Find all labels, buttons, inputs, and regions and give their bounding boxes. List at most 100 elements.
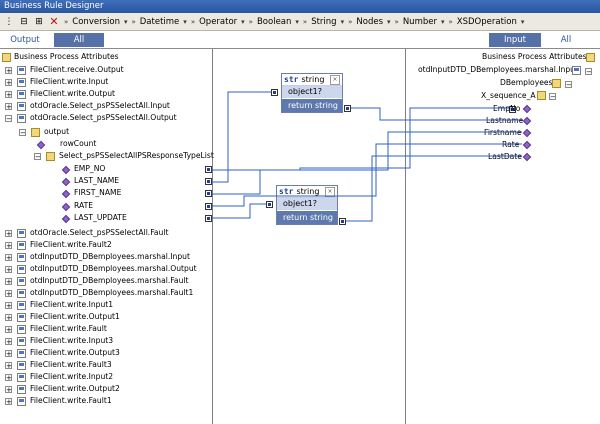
close-icon[interactable]: × <box>330 75 340 85</box>
tree-item[interactable]: otdOracle.Select_psPSSelectAll.Output <box>30 113 177 123</box>
plus-icon[interactable]: + <box>5 103 12 111</box>
string-method-box-2[interactable]: str string × object1? return string <box>276 185 338 225</box>
tree-item[interactable]: FileClient.write.Fault3 <box>30 360 112 370</box>
menu-datetime[interactable]: » Datetime ▾ <box>131 17 186 27</box>
tree-item[interactable]: FileClient.write.Output1 <box>30 312 120 322</box>
plus-icon[interactable]: + <box>5 290 12 298</box>
menu-boolean[interactable]: » Boolean ▾ <box>249 17 299 27</box>
chevron-down-icon: ▾ <box>387 17 391 26</box>
method-param[interactable]: object1? <box>282 86 342 99</box>
minus-icon[interactable]: − <box>5 115 12 123</box>
tree-item[interactable]: FIRST_NAME <box>74 188 121 198</box>
structure-node-icon <box>17 337 26 346</box>
tree-item[interactable]: FileClient.write.Fault <box>30 324 107 334</box>
return-connector[interactable] <box>339 218 346 225</box>
plus-icon[interactable]: + <box>5 79 12 87</box>
plus-icon[interactable]: + <box>5 91 12 99</box>
output-connector[interactable] <box>205 166 212 173</box>
tree-item[interactable]: otdInputDTD_DBemployees.marshal.Input <box>30 252 190 262</box>
plus-icon[interactable]: + <box>5 386 12 394</box>
right-tree-item[interactable]: Rate <box>502 140 519 150</box>
tree-item[interactable]: LAST_NAME <box>74 176 119 186</box>
output-connector[interactable] <box>205 190 212 197</box>
minus-icon[interactable]: − <box>585 68 592 76</box>
plus-icon[interactable]: + <box>5 230 12 238</box>
tree-item[interactable]: FileClient.write.Output3 <box>30 348 120 358</box>
plus-icon[interactable]: + <box>5 314 12 322</box>
menu-xsdoperation[interactable]: » XSDOperation ▾ <box>449 17 525 27</box>
method-param[interactable]: object1? <box>277 198 337 211</box>
tree-item[interactable]: FileClient.write.Fault2 <box>30 240 112 250</box>
tree-item[interactable]: otdOracle.Select_psPSSelectAll.Input <box>30 101 170 111</box>
plus-icon[interactable]: + <box>5 242 12 250</box>
output-connector[interactable] <box>205 178 212 185</box>
tree-item[interactable]: FileClient.write.Input2 <box>30 372 113 382</box>
expand-all-icon[interactable]: ⊞ <box>33 16 45 28</box>
plus-icon[interactable]: + <box>5 266 12 274</box>
tree-item[interactable]: output <box>44 127 69 137</box>
menu-string[interactable]: » String ▾ <box>303 17 344 27</box>
param-connector[interactable] <box>271 89 278 96</box>
tree-item[interactable]: FileClient.write.Input <box>30 77 108 87</box>
structure-node-icon <box>17 277 26 286</box>
plus-icon[interactable]: + <box>5 374 12 382</box>
menu-nodes[interactable]: » Nodes ▾ <box>348 17 390 27</box>
tree-item[interactable]: Select_psPSSelectAllPSResponseTypeList <box>59 151 214 161</box>
delete-icon[interactable]: ✕ <box>48 15 60 28</box>
param-connector[interactable] <box>266 201 273 208</box>
plus-icon[interactable]: + <box>5 398 12 406</box>
tree-item[interactable]: RATE <box>74 201 93 211</box>
minus-icon[interactable]: − <box>34 153 41 161</box>
tab-output[interactable]: Output <box>4 33 46 47</box>
return-connector[interactable] <box>344 105 351 112</box>
tree-item[interactable]: FileClient.write.Input1 <box>30 300 113 310</box>
right-tree-item[interactable]: otdInputDTD_DBemployees.marshal.Input <box>418 65 578 75</box>
menu-operator[interactable]: » Operator ▾ <box>191 17 245 27</box>
tree-item[interactable]: FileClient.write.Input3 <box>30 336 113 346</box>
structure-node-icon <box>17 325 26 334</box>
right-tree-item[interactable]: DBemployees <box>500 78 553 88</box>
right-tree-item[interactable]: X_sequence_A <box>481 91 536 101</box>
tab-all-left[interactable]: All <box>54 33 104 47</box>
tree-item[interactable]: FileClient.write.Fault1 <box>30 396 112 406</box>
field-diamond-icon <box>36 140 46 150</box>
tree-item[interactable]: otdOracle.Select_psPSSelectAll.Fault <box>30 228 168 238</box>
right-tree-item[interactable]: EmpNo <box>493 104 520 114</box>
plus-icon[interactable]: + <box>5 278 12 286</box>
right-tree-item[interactable]: Firstname <box>484 128 522 138</box>
string-method-box-1[interactable]: str string × object1? return string <box>281 73 343 113</box>
minus-icon[interactable]: − <box>549 93 556 101</box>
close-icon[interactable]: × <box>325 187 335 197</box>
output-connector[interactable] <box>205 215 212 222</box>
tree-item[interactable]: FileClient.write.Output2 <box>30 384 120 394</box>
right-tree-item[interactable]: Lastname <box>486 116 523 126</box>
minus-icon[interactable]: − <box>565 81 572 89</box>
tree-item[interactable]: FileClient.receive.Output <box>30 65 124 75</box>
tree-item[interactable]: rowCount <box>60 139 96 149</box>
tab-all-right[interactable]: All <box>552 33 580 47</box>
plus-icon[interactable]: + <box>5 302 12 310</box>
tree-item[interactable]: FileClient.write.Output <box>30 89 115 99</box>
chevron-icon: » <box>131 17 136 26</box>
right-tree-item[interactable]: LastDate <box>488 152 522 162</box>
minus-icon[interactable]: − <box>19 129 26 137</box>
plus-icon[interactable]: + <box>5 326 12 334</box>
collapse-all-icon[interactable]: ⊟ <box>18 16 30 28</box>
plus-icon[interactable]: + <box>5 338 12 346</box>
tree-item[interactable]: LAST_UPDATE <box>74 213 127 223</box>
output-connector[interactable] <box>205 203 212 210</box>
menu-number[interactable]: » Number ▾ <box>395 17 445 27</box>
tree-item[interactable]: EMP_NO <box>74 164 105 174</box>
tab-input[interactable]: Input <box>489 33 541 47</box>
plus-icon[interactable]: + <box>5 67 12 75</box>
plus-icon[interactable]: + <box>5 362 12 370</box>
tree-item[interactable]: otdInputDTD_DBemployees.marshal.Fault <box>30 276 189 286</box>
method-return[interactable]: return string <box>282 99 342 112</box>
tree-item[interactable]: otdInputDTD_DBemployees.marshal.Output <box>30 264 197 274</box>
plus-icon[interactable]: + <box>5 254 12 262</box>
tree-item[interactable]: otdInputDTD_DBemployees.marshal.Fault1 <box>30 288 193 298</box>
method-return[interactable]: return string <box>277 211 337 224</box>
plus-icon[interactable]: + <box>5 350 12 358</box>
menu-conversion[interactable]: » Conversion ▾ <box>64 17 127 27</box>
link-rate <box>212 143 522 207</box>
